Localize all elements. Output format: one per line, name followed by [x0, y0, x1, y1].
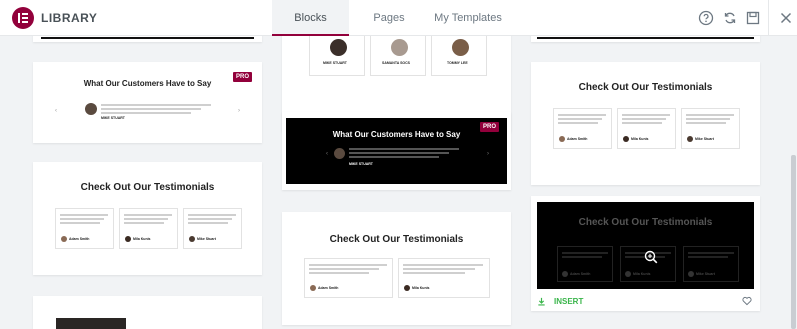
template-card-testimonials-3col[interactable]: Check Out Our Testimonials Adam Smith Mi… [33, 162, 262, 275]
sync-icon[interactable] [722, 10, 738, 26]
photo [56, 318, 126, 329]
chevron-left-icon: ‹ [326, 151, 328, 157]
card-title: Check Out Our Testimonials [578, 217, 713, 228]
testimonial-box: Mila Kunis [398, 258, 490, 298]
template-card-partial-bottom-left[interactable] [33, 296, 262, 329]
testimonial-box: Adam Smith [553, 108, 612, 149]
card-title: What Our Customers Have to Say [83, 79, 212, 88]
chevron-right-icon: › [238, 108, 240, 114]
pro-badge: PRO [479, 122, 499, 132]
card-title: Check Out Our Testimonials [578, 82, 713, 93]
testimonial-box: Mila Kunis [617, 108, 676, 149]
zoom-in-icon[interactable] [644, 250, 658, 264]
text-line [101, 112, 191, 114]
tab-blocks[interactable]: Blocks [272, 0, 349, 36]
download-icon [538, 297, 545, 306]
scrollbar-thumb[interactable] [791, 155, 796, 329]
header-divider [768, 0, 769, 36]
avatar [334, 148, 345, 159]
card-title: Check Out Our Testimonials [329, 234, 464, 245]
testimonial-box: Adam Smith [55, 208, 114, 249]
dark-preview: What Our Customers Have to Say PRO ‹ › M… [286, 118, 507, 184]
tab-pages[interactable]: Pages [360, 0, 418, 36]
template-card-testimonials-dark[interactable]: Check Out Our Testimonials Adam Smith Mi… [531, 196, 760, 311]
library-header: LIBRARY Blocks Pages My Templates [0, 0, 797, 36]
card-title: What Our Customers Have to Say [332, 130, 461, 139]
testimonial-box: Mila Kunis [119, 208, 178, 249]
template-card-customers-pro-dark[interactable]: What Our Customers Have to Say PRO ‹ › M… [282, 112, 511, 190]
person-name: MIKE STUART [101, 116, 125, 120]
card-title: Check Out Our Testimonials [80, 182, 215, 193]
pro-badge: PRO [232, 72, 252, 82]
text-line [101, 108, 201, 110]
testimonial-box: Adam Smith [304, 258, 393, 298]
save-icon[interactable] [745, 10, 761, 26]
testimonial-box: Mike Stuart [183, 208, 242, 249]
template-card-partial-top-left[interactable] [33, 36, 262, 42]
close-icon[interactable] [778, 10, 794, 26]
tab-my-templates[interactable]: My Templates [430, 0, 506, 36]
testimonial-box: Mike Stuart [683, 246, 739, 282]
chevron-left-icon: ‹ [55, 108, 57, 114]
template-card-testimonials-top-right[interactable]: Check Out Our Testimonials Adam Smith Mi… [531, 62, 760, 185]
template-card-partial-top-right[interactable] [531, 36, 760, 42]
testimonial-box: Adam Smith [557, 246, 613, 282]
dark-preview: Check Out Our Testimonials Adam Smith Mi… [537, 202, 754, 289]
chevron-right-icon: › [487, 151, 489, 157]
heart-icon[interactable] [742, 296, 752, 306]
elementor-logo-icon [12, 7, 34, 29]
text-line [101, 104, 211, 106]
template-card-testimonials-2col[interactable]: Check Out Our Testimonials Adam Smith Mi… [282, 212, 511, 325]
person-name: MIKE STUART [349, 162, 373, 166]
insert-label: INSERT [554, 296, 584, 306]
template-card-customers-pro[interactable]: What Our Customers Have to Say PRO ‹ › M… [33, 62, 262, 143]
insert-button[interactable]: INSERT [537, 294, 583, 308]
help-icon[interactable] [698, 10, 714, 26]
blocks-grid: What Our Customers Have to Say PRO ‹ › M… [0, 36, 797, 329]
avatar [85, 103, 97, 115]
team-member-box: MIKE STUART [309, 36, 365, 76]
library-title: LIBRARY [41, 11, 98, 25]
team-member-box: TOMMY LEE [431, 36, 487, 76]
team-member-box: SAMANTA SOCS [370, 36, 426, 76]
testimonial-box: Mike Stuart [681, 108, 740, 149]
